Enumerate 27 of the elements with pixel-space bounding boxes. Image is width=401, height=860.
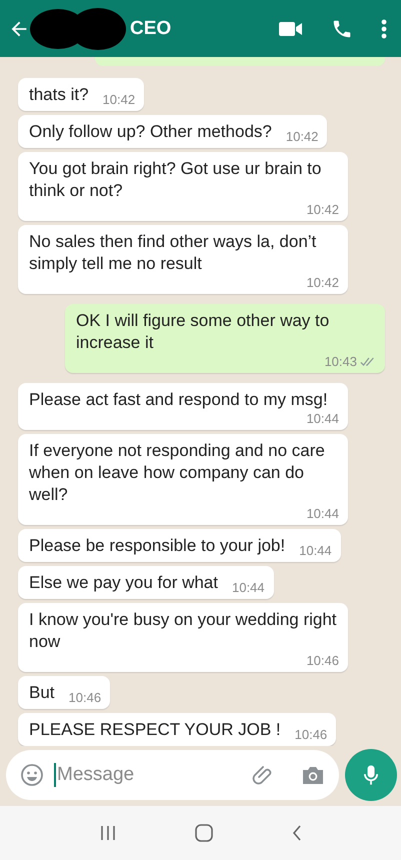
- message-input-field[interactable]: Message: [6, 750, 339, 800]
- message-time: 10:42: [286, 129, 318, 144]
- message-time: 10:44: [306, 506, 339, 521]
- message-time: 10:46: [294, 727, 328, 742]
- message-time: 10:46: [68, 690, 102, 705]
- message-time: 10:44: [299, 543, 332, 558]
- message-text: Please act fast and respond to my msg!: [29, 389, 329, 411]
- message-time: 10:44: [232, 580, 265, 595]
- contact-name[interactable]: CEO: [130, 18, 172, 40]
- message-text: Only follow up? Other methods?: [29, 121, 272, 143]
- message-text: OK I will figure some other way to increase it: [76, 310, 330, 354]
- message-time: 10:44: [306, 411, 339, 426]
- message-text: thats it?: [29, 84, 89, 106]
- message-time: 10:43: [324, 354, 357, 369]
- message-time: 10:42: [102, 92, 136, 107]
- message-text: No sales then find other ways la, don’t simply tell me no result: [29, 231, 318, 275]
- message-text: If everyone not responding and no care when on leave how company can do well?: [29, 440, 326, 506]
- message-text: Else we pay you for what: [29, 572, 218, 594]
- message-input[interactable]: Message: [54, 763, 241, 787]
- message-time: 10:42: [306, 275, 339, 290]
- message-time: 10:46: [306, 653, 339, 668]
- message-text: But: [29, 682, 55, 704]
- message-text: Please be responsible to your job!: [29, 535, 286, 557]
- message-time: 10:42: [306, 202, 339, 217]
- message-text: I know you're busy on your wedding right now: [29, 609, 338, 653]
- message-text: PLEASE RESPECT YOUR JOB !: [29, 719, 281, 741]
- message-text: You got brain right? Got use ur brain to think or not?: [29, 158, 322, 202]
